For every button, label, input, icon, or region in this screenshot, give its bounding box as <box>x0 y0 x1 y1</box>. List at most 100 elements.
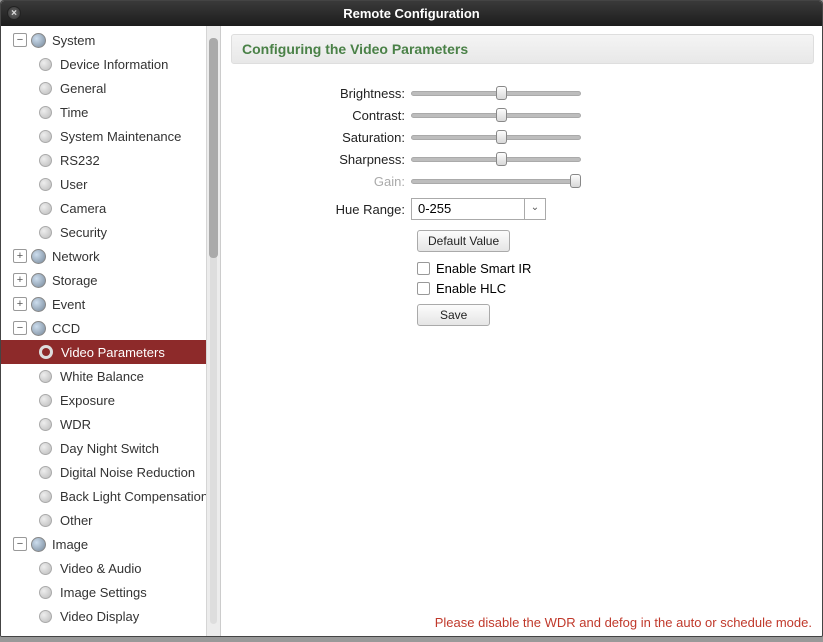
default-value-button[interactable]: Default Value <box>417 230 510 252</box>
collapse-icon[interactable]: − <box>13 537 27 551</box>
label: System Maintenance <box>60 129 181 144</box>
contrast-slider[interactable] <box>411 108 581 122</box>
row-sharpness: Sharpness: <box>231 148 814 170</box>
node-icon <box>39 586 52 599</box>
label: Digital Noise Reduction <box>60 465 195 480</box>
label: Image <box>52 537 88 552</box>
label: General <box>60 81 106 96</box>
footer-warning: Please disable the WDR and defog in the … <box>435 615 812 630</box>
smart-ir-checkbox[interactable] <box>417 262 430 275</box>
sidebar-item-video-display[interactable]: Video Display <box>1 604 206 628</box>
label-gain: Gain: <box>231 174 411 189</box>
label-sharpness: Sharpness: <box>231 152 411 167</box>
brightness-slider[interactable] <box>411 86 581 100</box>
sidebar-item-blc[interactable]: Back Light Compensation <box>1 484 206 508</box>
sidebar-item-video-parameters[interactable]: Video Parameters <box>1 340 206 364</box>
sharpness-slider[interactable] <box>411 152 581 166</box>
sidebar-item-system[interactable]: − System <box>1 28 206 52</box>
node-icon <box>39 58 52 71</box>
sidebar-item-video-audio[interactable]: Video & Audio <box>1 556 206 580</box>
label: Network <box>52 249 100 264</box>
label: Day Night Switch <box>60 441 159 456</box>
sidebar-item-storage[interactable]: + Storage <box>1 268 206 292</box>
sidebar-item-camera[interactable]: Camera <box>1 196 206 220</box>
sidebar-item-dnr[interactable]: Digital Noise Reduction <box>1 460 206 484</box>
label: Video Parameters <box>61 345 165 360</box>
row-gain: Gain: <box>231 170 814 192</box>
node-icon <box>39 562 52 575</box>
row-saturation: Saturation: <box>231 126 814 148</box>
collapse-icon[interactable]: − <box>13 33 27 47</box>
main-panel: Configuring the Video Parameters Brightn… <box>221 26 822 636</box>
sidebar-item-wdr[interactable]: WDR <box>1 412 206 436</box>
row-save: Save <box>417 304 814 326</box>
sidebar-item-exposure[interactable]: Exposure <box>1 388 206 412</box>
sidebar-item-ccd[interactable]: − CCD <box>1 316 206 340</box>
collapse-icon[interactable]: − <box>13 321 27 335</box>
label-hue-range: Hue Range: <box>231 202 411 217</box>
node-icon <box>39 466 52 479</box>
sidebar-item-rs232[interactable]: RS232 <box>1 148 206 172</box>
node-icon <box>39 82 52 95</box>
label: Video & Audio <box>60 561 141 576</box>
globe-icon <box>31 273 46 288</box>
saturation-slider[interactable] <box>411 130 581 144</box>
hlc-label: Enable HLC <box>436 281 506 296</box>
hue-range-select[interactable]: 0-255 ⌄ <box>411 198 546 220</box>
globe-icon <box>31 249 46 264</box>
label: Camera <box>60 201 106 216</box>
globe-icon <box>31 537 46 552</box>
chevron-down-icon[interactable]: ⌄ <box>525 199 545 219</box>
sidebar: − System Device Information General Time… <box>1 26 221 636</box>
node-icon <box>39 226 52 239</box>
hlc-checkbox[interactable] <box>417 282 430 295</box>
sidebar-item-day-night[interactable]: Day Night Switch <box>1 436 206 460</box>
tree: − System Device Information General Time… <box>1 26 206 636</box>
scroll-thumb[interactable] <box>209 38 218 258</box>
window-body: − System Device Information General Time… <box>1 26 822 636</box>
sidebar-item-user[interactable]: User <box>1 172 206 196</box>
smart-ir-label: Enable Smart IR <box>436 261 531 276</box>
node-icon <box>39 490 52 503</box>
globe-icon <box>31 321 46 336</box>
label: White Balance <box>60 369 144 384</box>
sidebar-item-time[interactable]: Time <box>1 100 206 124</box>
label: Time <box>60 105 88 120</box>
sidebar-item-image[interactable]: − Image <box>1 532 206 556</box>
expand-icon[interactable]: + <box>13 273 27 287</box>
row-hlc: Enable HLC <box>417 278 814 298</box>
sidebar-item-white-balance[interactable]: White Balance <box>1 364 206 388</box>
sidebar-item-general[interactable]: General <box>1 76 206 100</box>
label: WDR <box>60 417 91 432</box>
sidebar-item-event[interactable]: + Event <box>1 292 206 316</box>
globe-icon <box>31 297 46 312</box>
sidebar-item-network[interactable]: + Network <box>1 244 206 268</box>
row-contrast: Contrast: <box>231 104 814 126</box>
row-smart-ir: Enable Smart IR <box>417 258 814 278</box>
globe-icon <box>31 33 46 48</box>
sidebar-item-image-settings[interactable]: Image Settings <box>1 580 206 604</box>
sidebar-scrollbar[interactable] <box>206 26 220 636</box>
close-button[interactable]: × <box>7 6 21 20</box>
node-icon <box>39 442 52 455</box>
sidebar-item-other[interactable]: Other <box>1 508 206 532</box>
label: Image Settings <box>60 585 147 600</box>
node-icon <box>39 130 52 143</box>
sidebar-item-maintenance[interactable]: System Maintenance <box>1 124 206 148</box>
sidebar-item-security[interactable]: Security <box>1 220 206 244</box>
label: Device Information <box>60 57 168 72</box>
row-brightness: Brightness: <box>231 82 814 104</box>
sidebar-item-device-info[interactable]: Device Information <box>1 52 206 76</box>
label: Security <box>60 225 107 240</box>
expand-icon[interactable]: + <box>13 249 27 263</box>
expand-icon[interactable]: + <box>13 297 27 311</box>
node-icon <box>39 370 52 383</box>
node-icon <box>39 106 52 119</box>
section-header: Configuring the Video Parameters <box>231 34 814 64</box>
save-button[interactable]: Save <box>417 304 490 326</box>
label: Storage <box>52 273 98 288</box>
label-brightness: Brightness: <box>231 86 411 101</box>
titlebar: × Remote Configuration <box>1 1 822 26</box>
label-contrast: Contrast: <box>231 108 411 123</box>
node-icon <box>39 178 52 191</box>
